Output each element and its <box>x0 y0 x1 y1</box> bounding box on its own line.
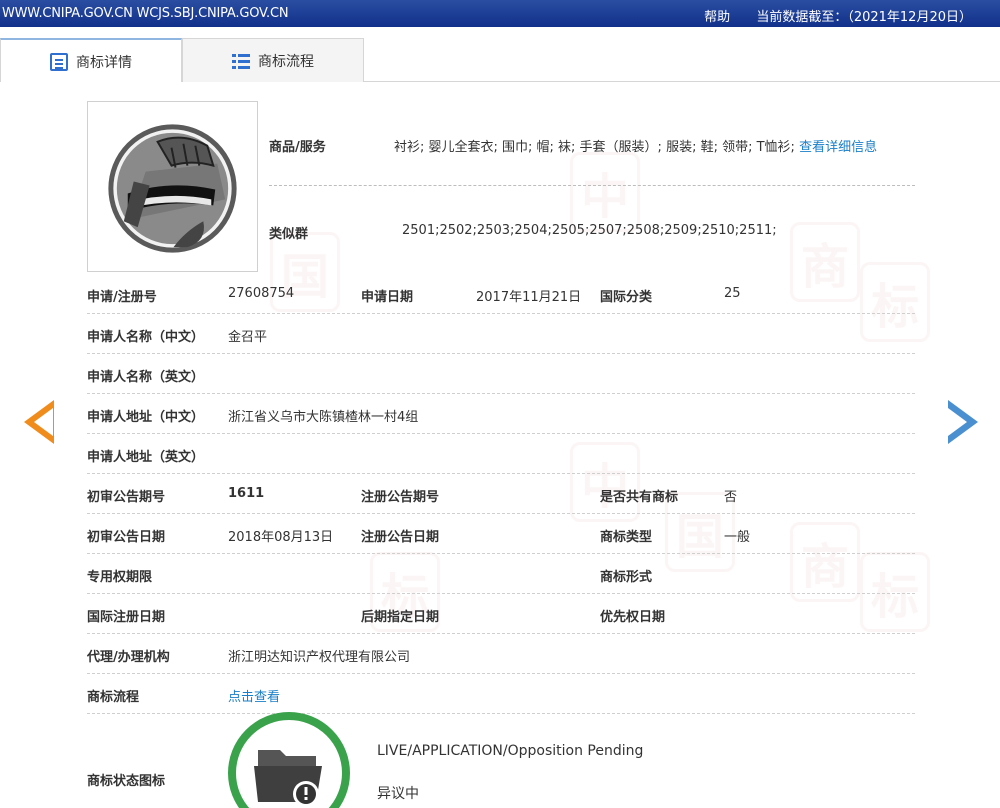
top-bar: WWW.CNIPA.GOV.CN WCJS.SBJ.CNIPA.GOV.CN 帮… <box>0 0 1000 27</box>
exclusive-right-period-label: 专用权期限 <box>87 570 153 585</box>
tab-bar: 商标详情 商标流程 <box>0 38 1000 83</box>
prelim-notice-number-value: 1611 <box>228 486 265 501</box>
international-class-label: 国际分类 <box>600 290 653 305</box>
status-icon-label: 商标状态图标 <box>87 774 166 789</box>
view-process-link[interactable]: 点击查看 <box>228 686 280 705</box>
list-icon <box>232 52 250 70</box>
priority-date-label: 优先权日期 <box>600 610 666 625</box>
shared-trademark-label: 是否共有商标 <box>600 490 679 505</box>
application-number-value: 27608754 <box>228 286 295 301</box>
info-row: 商标流程 点击查看 <box>87 674 915 714</box>
registration-notice-number-label: 注册公告期号 <box>361 490 440 505</box>
site-url: WWW.CNIPA.GOV.CN WCJS.SBJ.CNIPA.GOV.CN <box>2 6 289 21</box>
info-row: 申请人地址（中文） 浙江省义乌市大陈镇楂林一村4组 <box>87 394 915 434</box>
goods-services-value: 衬衫; 婴儿全套衣; 围巾; 帽; 袜; 手套（服装）; 服装; 鞋; 领带; … <box>394 140 795 155</box>
prelim-notice-date-label: 初审公告日期 <box>87 530 166 545</box>
data-date: 当前数据截至：（2021年12月20日） <box>756 10 972 25</box>
info-row: 初审公告期号 1611 注册公告期号 是否共有商标 否 <box>87 474 915 514</box>
info-row: 国际注册日期 后期指定日期 优先权日期 <box>87 594 915 634</box>
agency-value: 浙江明达知识产权代理有限公司 <box>228 650 411 665</box>
prelim-notice-date-value: 2018年08月13日 <box>228 530 334 545</box>
trademark-type-value: 一般 <box>724 530 751 545</box>
trademark-logo-icon <box>108 124 237 253</box>
detail-panel: 中 商 标 中 国 商 标 国 标 商品/服务 衬衫; 婴儿全套衣; 围巾; 帽… <box>0 82 1000 808</box>
application-number-label: 申请/注册号 <box>87 290 157 305</box>
application-date-label: 申请日期 <box>361 290 414 305</box>
applicant-name-cn-value: 金召平 <box>228 330 268 345</box>
registration-notice-date-label: 注册公告日期 <box>361 530 440 545</box>
folder-warning-icon <box>254 750 322 807</box>
tab-trademark-details[interactable]: 商标详情 <box>0 38 182 83</box>
prelim-notice-number-label: 初审公告期号 <box>87 490 166 505</box>
applicant-address-en-label: 申请人地址（英文） <box>87 450 205 465</box>
info-row: 专用权期限 商标形式 <box>87 554 915 594</box>
status-text-en: LIVE/APPLICATION/Opposition Pending <box>377 743 644 759</box>
shared-trademark-value: 否 <box>724 490 738 505</box>
trademark-process-label: 商标流程 <box>87 690 140 705</box>
similar-group-value: 2501;2502;2503;2504;2505;2507;2508;2509;… <box>402 223 777 238</box>
intl-registration-date-label: 国际注册日期 <box>87 610 166 625</box>
info-row: 申请人地址（英文） <box>87 434 915 474</box>
applicant-address-cn-label: 申请人地址（中文） <box>87 410 205 425</box>
subsequent-designation-date-label: 后期指定日期 <box>361 610 440 625</box>
info-row: 申请人名称（中文） 金召平 <box>87 314 915 354</box>
agency-label: 代理/办理机构 <box>87 650 170 665</box>
international-class-value: 25 <box>724 286 741 301</box>
similar-group-label: 类似群 <box>269 227 309 242</box>
applicant-address-cn-value: 浙江省义乌市大陈镇楂林一村4组 <box>228 410 419 425</box>
info-row: 初审公告日期 2018年08月13日 注册公告日期 商标类型 一般 <box>87 514 915 554</box>
help-link[interactable]: 帮助 <box>704 10 730 25</box>
info-row: 申请人名称（英文） <box>87 354 915 394</box>
goods-services-label: 商品/服务 <box>269 140 326 155</box>
applicant-name-cn-label: 申请人名称（中文） <box>87 330 205 345</box>
trademark-image <box>87 101 258 272</box>
status-badge <box>228 712 350 808</box>
status-text-cn: 异议中 <box>377 786 419 802</box>
view-details-link[interactable]: 查看详细信息 <box>799 140 877 155</box>
trademark-form-label: 商标形式 <box>600 570 653 585</box>
info-row: 申请/注册号 27608754 申请日期 2017年11月21日 国际分类 25 <box>87 274 915 314</box>
info-row: 代理/办理机构 浙江明达知识产权代理有限公司 <box>87 634 915 674</box>
application-date-value: 2017年11月21日 <box>476 290 582 305</box>
applicant-name-en-label: 申请人名称（英文） <box>87 370 205 385</box>
document-icon <box>50 52 68 71</box>
divider <box>269 185 915 186</box>
trademark-type-label: 商标类型 <box>600 530 653 545</box>
tab-trademark-process[interactable]: 商标流程 <box>182 38 364 82</box>
